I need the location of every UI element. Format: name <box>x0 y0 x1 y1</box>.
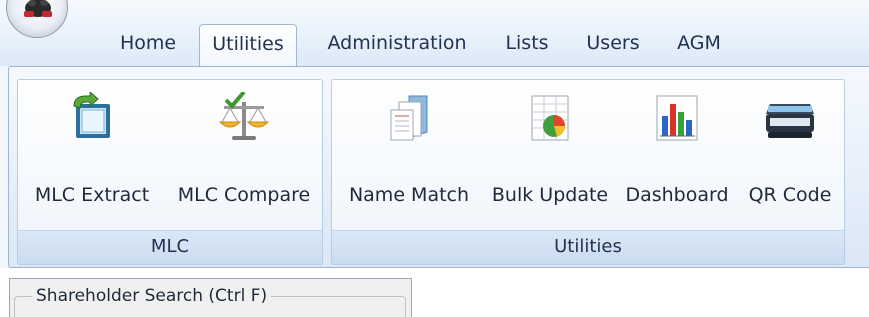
mlc-compare-button[interactable]: MLC Compare <box>168 80 320 230</box>
shareholder-search-title: Shareholder Search (Ctrl F) <box>32 286 272 306</box>
app-logo-icon <box>24 0 52 17</box>
mlc-extract-label: MLC Extract <box>34 184 150 206</box>
spreadsheet-pie-icon <box>531 95 569 141</box>
tab-utilities[interactable]: Utilities <box>199 24 297 66</box>
dashboard-button[interactable]: Dashboard <box>618 80 736 230</box>
qr-code-label: QR Code <box>748 184 832 206</box>
mlc-extract-icon <box>73 92 110 138</box>
mlc-compare-label: MLC Compare <box>177 184 311 206</box>
mlc-extract-button[interactable]: MLC Extract <box>20 80 164 230</box>
tab-lists[interactable]: Lists <box>493 24 561 66</box>
tab-home[interactable]: Home <box>106 24 190 66</box>
app-orb-button[interactable] <box>6 0 68 38</box>
main-content-area: Shareholder Search (Ctrl F) <box>0 268 869 317</box>
name-match-label: Name Match <box>348 184 470 206</box>
bulk-update-button[interactable]: Bulk Update <box>482 80 618 230</box>
tab-users[interactable]: Users <box>572 24 654 66</box>
ribbon-group-utilities: Name Match Bulk Update Dashboard QR Code… <box>331 79 845 265</box>
bulk-update-label: Bulk Update <box>491 184 609 206</box>
tab-agm[interactable]: AGM <box>664 24 734 66</box>
documents-icon <box>390 95 428 141</box>
dashboard-label: Dashboard <box>625 184 729 206</box>
bar-chart-icon <box>656 95 698 141</box>
scales-check-icon <box>218 92 270 140</box>
ribbon-panel: MLC Extract MLC Compare MLC Name Match B… <box>8 66 869 268</box>
group-caption-mlc: MLC <box>18 230 322 264</box>
name-match-button[interactable]: Name Match <box>338 80 480 230</box>
tab-administration[interactable]: Administration <box>311 24 483 66</box>
ribbon-group-mlc: MLC Extract MLC Compare MLC <box>17 79 323 265</box>
scanner-icon <box>766 104 814 138</box>
group-caption-utilities: Utilities <box>332 230 844 264</box>
ribbon-tab-strip: Home Utilities Administration Lists User… <box>0 0 869 66</box>
qr-code-button[interactable]: QR Code <box>738 80 842 230</box>
